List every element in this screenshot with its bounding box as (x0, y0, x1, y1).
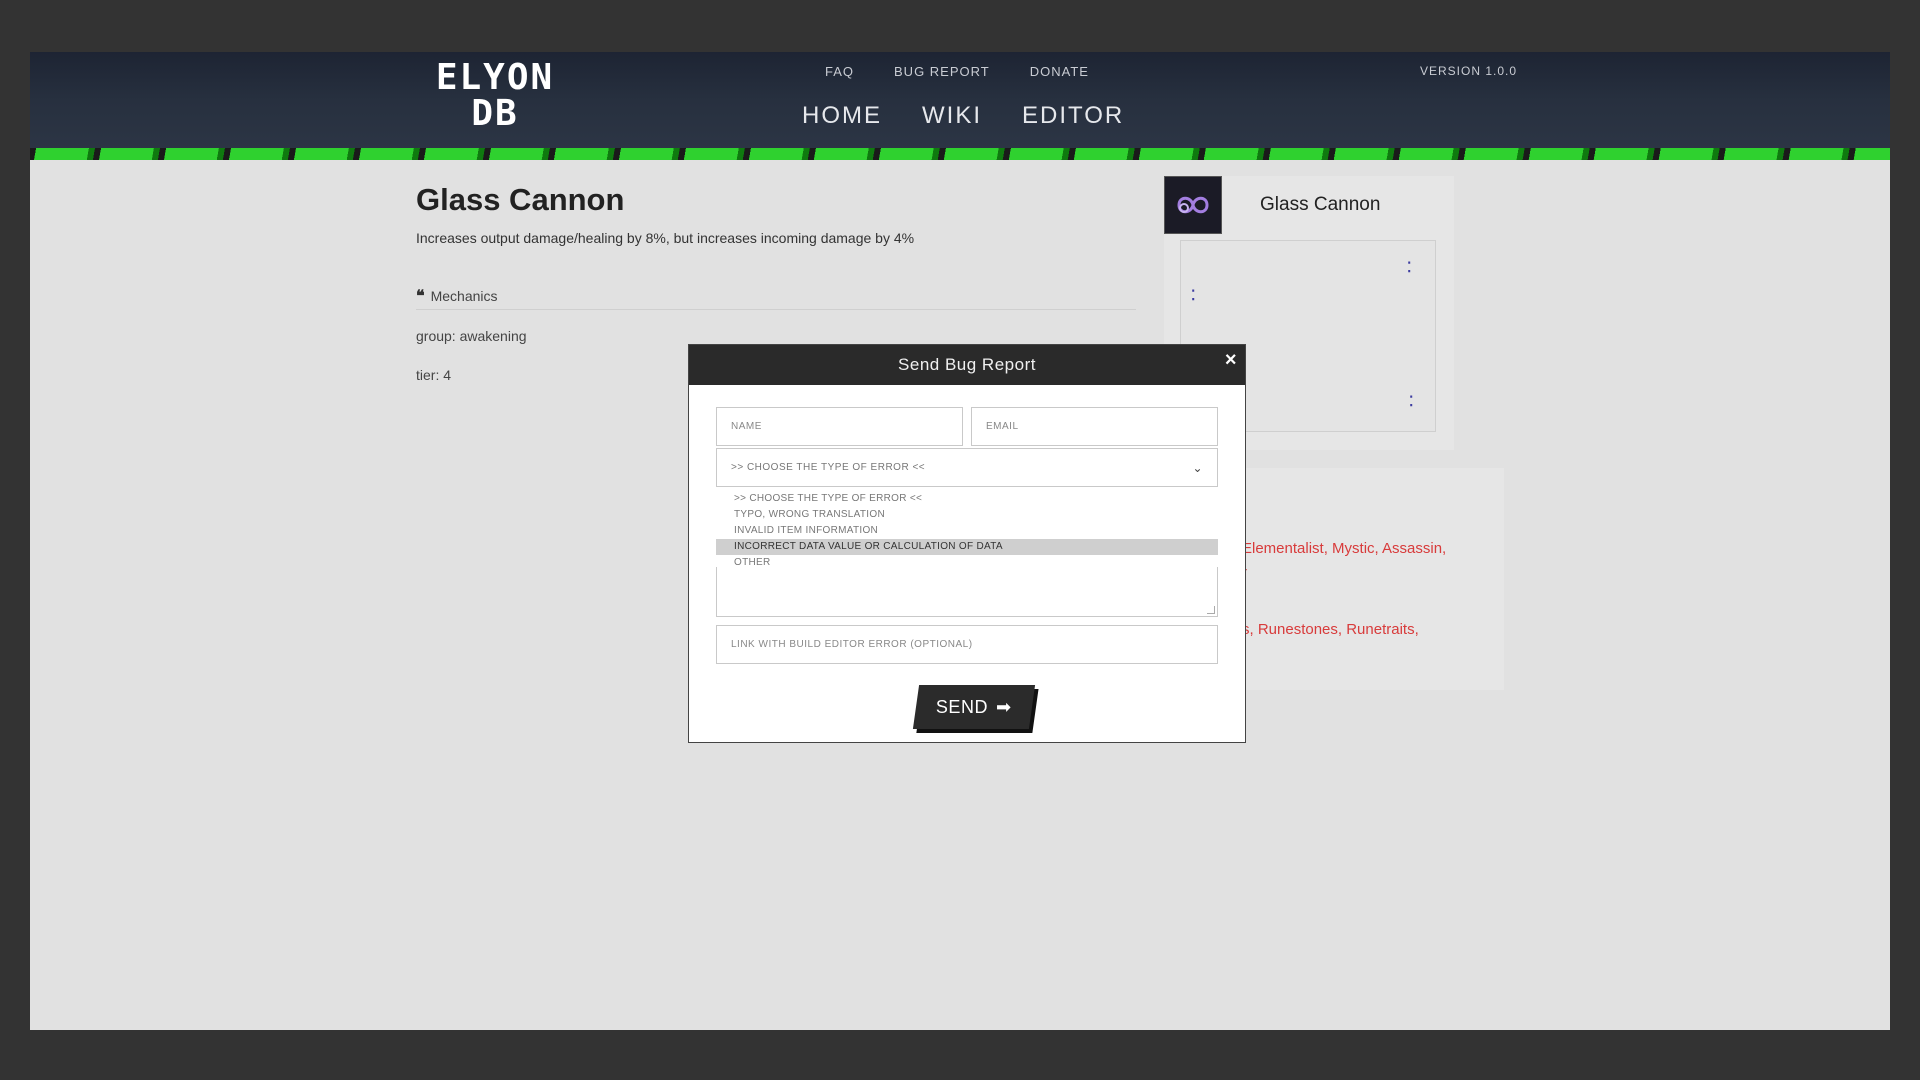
build-link-field[interactable]: LINK WITH BUILD EDITOR ERROR (OPTIONAL) (716, 625, 1218, 664)
send-button[interactable]: SEND ➡ (912, 685, 1036, 729)
error-type-option[interactable]: >> CHOOSE THE TYPE OF ERROR << (716, 491, 1218, 507)
sparkle-icon: ⁚ (1409, 393, 1414, 409)
skill-tier: tier: 4 (416, 367, 452, 383)
send-label: SEND (936, 696, 989, 717)
site-header: ELYON DB FAQ BUG REPORT DONATE HOME WIKI… (30, 52, 1890, 160)
donate-link[interactable]: DONATE (1030, 64, 1089, 79)
resize-handle-icon[interactable] (1207, 606, 1215, 614)
bug-report-modal: Send Bug Report × NAME EMAIL >> CHOOSE T… (688, 344, 1246, 743)
email-field[interactable]: EMAIL (971, 407, 1218, 446)
skill-description: Increases output damage/healing by 8%, b… (416, 230, 915, 246)
bug-report-link[interactable]: BUG REPORT (894, 64, 990, 79)
infinity-swirl-icon (1164, 176, 1222, 234)
browser-viewport: ELYON DB FAQ BUG REPORT DONATE HOME WIKI… (30, 52, 1890, 1030)
mechanics-section-header: ❝ Mechanics (416, 282, 1136, 310)
error-type-option[interactable]: INVALID ITEM INFORMATION (716, 523, 1218, 539)
error-type-option[interactable]: TYPO, WRONG TRANSLATION (716, 507, 1218, 523)
sparkle-icon: ⁚ (1191, 287, 1196, 303)
version-label: VERSION 1.0.0 (1420, 64, 1518, 78)
site-logo[interactable]: ELYON DB (420, 60, 570, 132)
sparkle-icon: ⁚ (1407, 259, 1412, 275)
faq-link[interactable]: FAQ (825, 64, 854, 79)
name-field[interactable]: NAME (716, 407, 963, 446)
main-nav: HOME WIKI EDITOR (802, 102, 1124, 130)
message-textarea[interactable] (716, 567, 1218, 617)
mechanics-label: Mechanics (430, 287, 498, 304)
top-links: FAQ BUG REPORT DONATE (825, 64, 1089, 79)
side-card-title: Glass Cannon (1260, 194, 1381, 215)
modal-title: Send Bug Report (898, 355, 1036, 374)
chevron-down-icon: ⌄ (1192, 460, 1203, 475)
nav-editor[interactable]: EDITOR (1022, 102, 1124, 130)
close-icon[interactable]: × (1225, 349, 1237, 372)
error-type-dropdown: >> CHOOSE THE TYPE OF ERROR << TYPO, WRO… (716, 491, 1218, 571)
error-type-option-highlighted[interactable]: INCORRECT DATA VALUE OR CALCULATION OF D… (716, 539, 1218, 555)
logo-line-1: ELYON (435, 57, 555, 98)
error-type-select-value: >> CHOOSE THE TYPE OF ERROR << (731, 462, 926, 473)
nav-home[interactable]: HOME (802, 102, 882, 130)
nav-wiki[interactable]: WIKI (922, 102, 982, 130)
quote-icon: ❝ (416, 287, 425, 305)
logo-line-2: DB (471, 93, 519, 134)
page-title: Glass Cannon (416, 182, 625, 217)
arrow-right-icon: ➡ (996, 696, 1012, 717)
skill-group: group: awakening (416, 328, 527, 344)
modal-header: Send Bug Report × (689, 345, 1245, 385)
error-type-select[interactable]: >> CHOOSE THE TYPE OF ERROR << ⌄ (716, 448, 1218, 487)
class-links[interactable]: Elementalist, Mystic, Assassin, (1242, 540, 1446, 557)
related-links[interactable]: s, Runestones, Runetraits, (1242, 621, 1419, 638)
